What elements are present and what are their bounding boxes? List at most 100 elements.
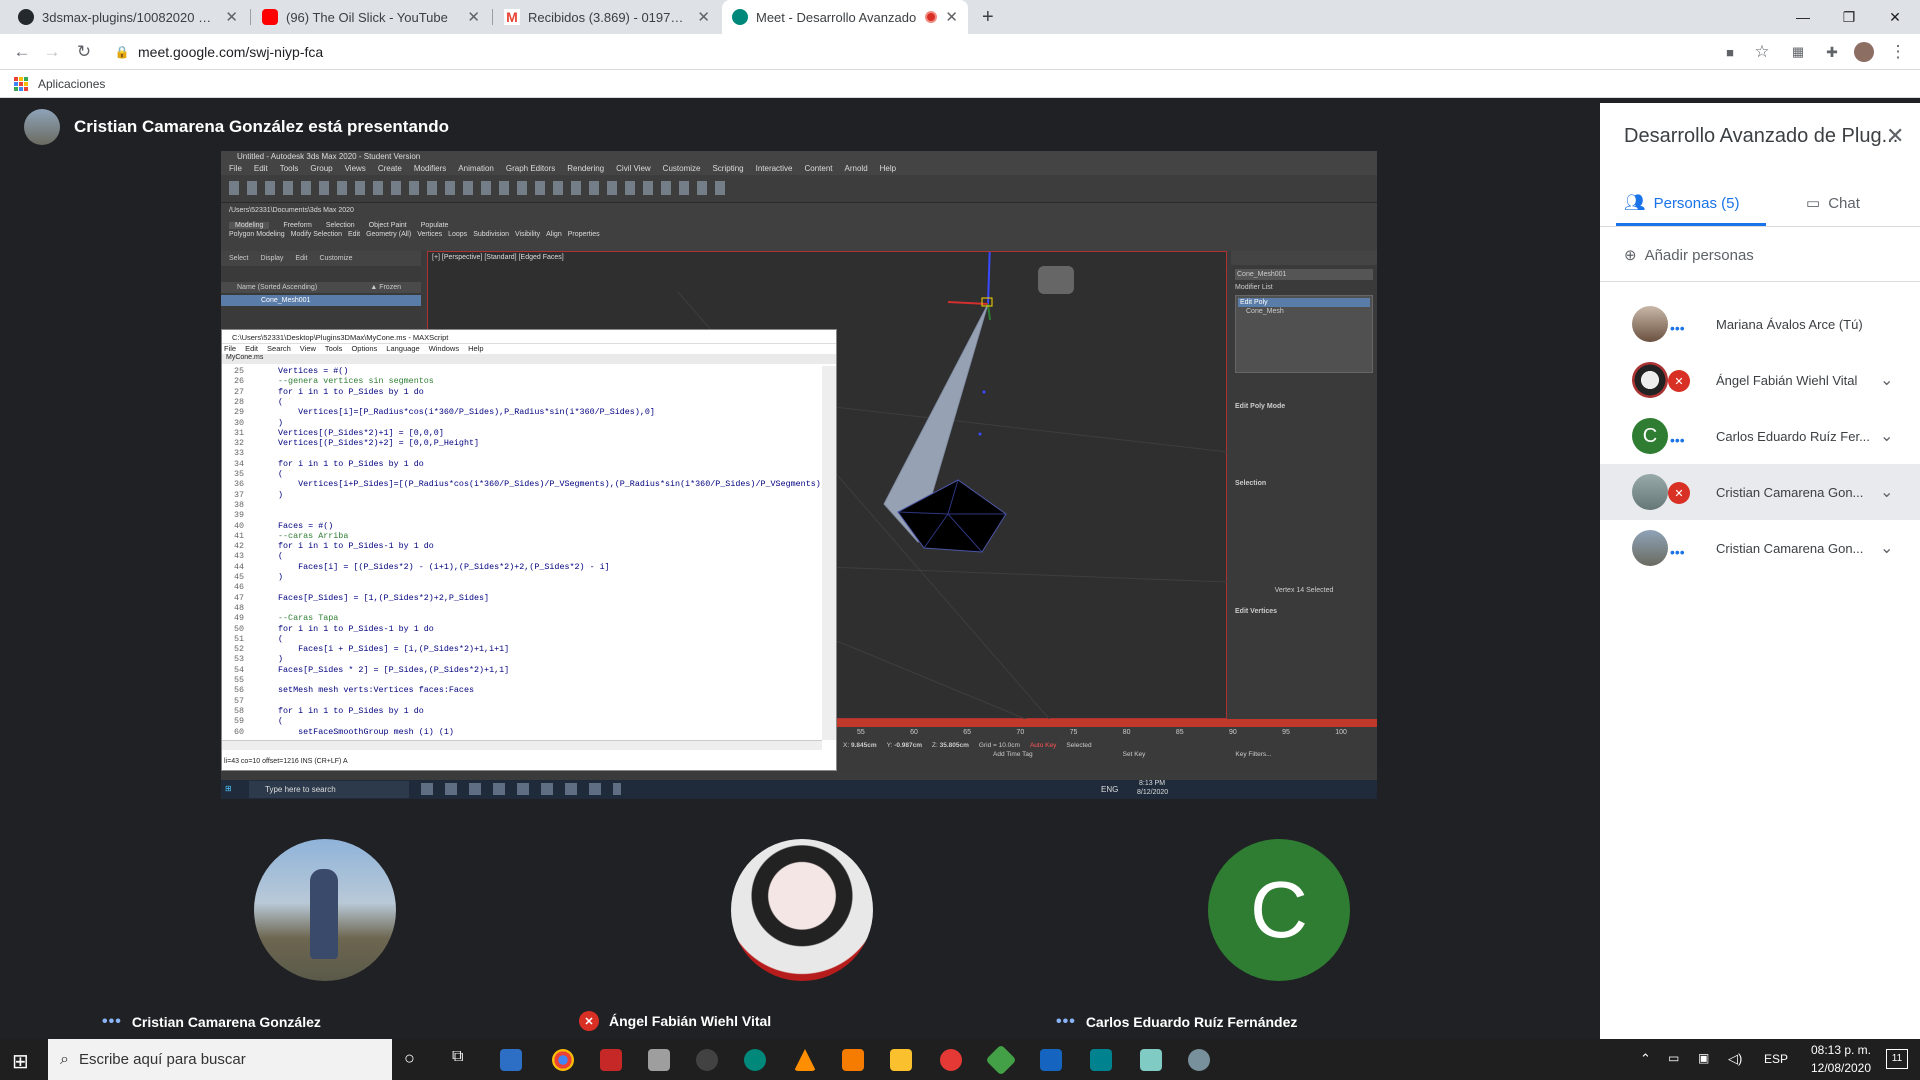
ribbon-tab[interactable]: Selection bbox=[326, 222, 355, 229]
settings-app-icon[interactable] bbox=[600, 1049, 622, 1071]
modifier-item[interactable]: Edit Poly bbox=[1238, 298, 1370, 307]
edit-vertices-rollout[interactable]: Edit Vertices bbox=[1235, 608, 1373, 615]
app-icon[interactable] bbox=[648, 1049, 670, 1071]
vlc-app-icon[interactable] bbox=[794, 1049, 816, 1071]
max-menu-item[interactable]: Edit bbox=[254, 164, 268, 173]
participant-tile[interactable]: ••• Cristian Camarena González bbox=[88, 803, 558, 1039]
volume-icon[interactable]: ◁) bbox=[1728, 1051, 1742, 1067]
ms-menu-item[interactable]: Tools bbox=[325, 344, 343, 354]
max-menu-item[interactable]: Animation bbox=[458, 164, 494, 173]
apps-icon[interactable] bbox=[14, 77, 28, 91]
ribbon-item[interactable]: Loops bbox=[448, 231, 467, 238]
cortana-icon[interactable]: ○ bbox=[404, 1048, 415, 1069]
ribbon-item[interactable]: Align bbox=[546, 231, 562, 238]
notification-center-icon[interactable]: 11 bbox=[1886, 1049, 1908, 1069]
max-menu-item[interactable]: Graph Editors bbox=[506, 164, 555, 173]
participant-tile[interactable]: C ••• Carlos Eduardo Ruíz Fernández bbox=[1042, 803, 1512, 1039]
app-icon[interactable] bbox=[1188, 1049, 1210, 1071]
bookmark-apps[interactable]: Aplicaciones bbox=[38, 77, 105, 91]
vertical-scrollbar[interactable] bbox=[822, 366, 836, 740]
browser-tab-youtube[interactable]: (96) The Oil Slick - YouTube ✕ bbox=[252, 0, 490, 34]
clock-date[interactable]: 12/08/2020 bbox=[1806, 1061, 1876, 1075]
ms-menu-item[interactable]: Options bbox=[351, 344, 377, 354]
notes-app-icon[interactable] bbox=[1140, 1049, 1162, 1071]
edit-poly-mode-rollout[interactable]: Edit Poly Mode bbox=[1235, 403, 1373, 410]
coord-x[interactable]: 9.845cm bbox=[851, 742, 877, 749]
close-window-icon[interactable]: ✕ bbox=[1872, 0, 1918, 34]
address-bar[interactable]: meet.google.com/swj-niyp-fca bbox=[138, 44, 323, 60]
ribbon-tab[interactable]: Populate bbox=[421, 222, 449, 229]
max-menu-item[interactable]: Scripting bbox=[712, 164, 743, 173]
powershell-icon[interactable] bbox=[1040, 1049, 1062, 1071]
key-filters-button[interactable]: Key Filters... bbox=[1235, 751, 1271, 758]
ms-menu-item[interactable]: Language bbox=[386, 344, 419, 354]
participant-row[interactable]: ✕ Cristian Camarena Gon... ⌄ bbox=[1600, 464, 1920, 520]
ms-menu-item[interactable]: Search bbox=[267, 344, 291, 354]
max-menu-item[interactable]: Group bbox=[310, 164, 332, 173]
modifier-stack[interactable]: Edit Poly Cone_Mesh bbox=[1235, 295, 1373, 373]
auto-key-button[interactable]: Auto Key bbox=[1030, 742, 1056, 749]
chevron-down-icon[interactable]: ⌄ bbox=[1880, 370, 1893, 390]
max-menu-item[interactable]: Tools bbox=[280, 164, 299, 173]
profile-avatar[interactable] bbox=[1852, 40, 1876, 64]
close-tab-icon[interactable]: ✕ bbox=[945, 8, 958, 26]
lock-icon[interactable]: 🔒 bbox=[110, 40, 134, 64]
max-menu-item[interactable]: File bbox=[229, 164, 242, 173]
add-people-button[interactable]: ⊕ Añadir personas bbox=[1624, 235, 1754, 275]
ribbon-item[interactable]: Polygon Modeling bbox=[229, 231, 285, 238]
close-panel-icon[interactable]: ✕ bbox=[1886, 123, 1904, 149]
max-menu-item[interactable]: Arnold bbox=[845, 164, 868, 173]
language-indicator[interactable]: ESP bbox=[1764, 1052, 1788, 1066]
chrome-alt-icon[interactable] bbox=[940, 1049, 962, 1071]
max-menu-item[interactable]: Civil View bbox=[616, 164, 651, 173]
back-icon[interactable]: ← bbox=[10, 40, 34, 64]
ribbon-item[interactable]: Visibility bbox=[515, 231, 540, 238]
extensions-icon[interactable]: ✚ bbox=[1820, 40, 1844, 64]
modifier-list[interactable]: Modifier List bbox=[1235, 284, 1373, 291]
ms-menu-item[interactable]: Windows bbox=[429, 344, 459, 354]
3dsmax-app-icon[interactable] bbox=[1090, 1049, 1112, 1071]
scene-tab[interactable]: Display bbox=[260, 255, 283, 262]
ribbon-item[interactable]: Geometry (All) bbox=[366, 231, 411, 238]
max-menu-item[interactable]: Views bbox=[345, 164, 366, 173]
scene-column-frozen[interactable]: ▲ Frozen bbox=[370, 284, 401, 291]
browser-tab-meet[interactable]: Meet - Desarrollo Avanzado ✕ bbox=[722, 0, 968, 34]
battery-icon[interactable]: ▭ bbox=[1668, 1051, 1679, 1065]
camera-icon[interactable]: ■ bbox=[1718, 40, 1742, 64]
windows-start-icon[interactable]: ⊞ bbox=[12, 1049, 29, 1074]
apps-grid-icon[interactable]: ▦ bbox=[1786, 40, 1810, 64]
participant-tile[interactable]: ✕ Ángel Fabián Wiehl Vital bbox=[565, 803, 1035, 1039]
ribbon-item[interactable]: Edit bbox=[348, 231, 360, 238]
network-icon[interactable]: ▣ bbox=[1698, 1051, 1709, 1065]
sublime-app-icon[interactable] bbox=[842, 1049, 864, 1071]
ribbon-item[interactable]: Vertices bbox=[417, 231, 442, 238]
browser-tab-gmail[interactable]: M Recibidos (3.869) - 0197495@up ✕ bbox=[494, 0, 720, 34]
mail-app-icon[interactable] bbox=[500, 1049, 522, 1071]
ms-menu-item[interactable]: Help bbox=[468, 344, 483, 354]
participant-row[interactable]: ••• Mariana Ávalos Arce (Tú) bbox=[1600, 296, 1920, 352]
horizontal-scrollbar[interactable] bbox=[222, 740, 822, 750]
maxscript-file-tab[interactable]: MyCone.ms bbox=[222, 354, 836, 364]
key-selection[interactable]: Selected bbox=[1066, 742, 1091, 749]
participant-row[interactable]: C ••• Carlos Eduardo Ruíz Fer... ⌄ bbox=[1600, 408, 1920, 464]
minimize-icon[interactable]: — bbox=[1780, 0, 1826, 34]
add-time-tag[interactable]: Add Time Tag bbox=[993, 751, 1033, 758]
scene-tab[interactable]: Select bbox=[229, 255, 248, 262]
edge-app-icon[interactable] bbox=[744, 1049, 766, 1071]
max-menu-item[interactable]: Interactive bbox=[756, 164, 793, 173]
close-tab-icon[interactable]: ✕ bbox=[697, 8, 710, 26]
scene-row[interactable]: Cone_Mesh001 bbox=[221, 295, 421, 306]
file-explorer-icon[interactable] bbox=[890, 1049, 912, 1071]
participant-row[interactable]: ••• Cristian Camarena Gon... ⌄ bbox=[1600, 520, 1920, 576]
object-name-field[interactable]: Cone_Mesh001 bbox=[1235, 269, 1373, 280]
ms-menu-item[interactable]: Edit bbox=[245, 344, 258, 354]
chrome-menu-icon[interactable]: ⋮ bbox=[1886, 40, 1910, 64]
scene-tab[interactable]: Customize bbox=[319, 255, 352, 262]
tab-people[interactable]: 👥︎ Personas (5) bbox=[1624, 181, 1739, 225]
selection-rollout[interactable]: Selection bbox=[1235, 480, 1373, 487]
ms-menu-item[interactable]: File bbox=[224, 344, 236, 354]
max-menu-item[interactable]: Customize bbox=[663, 164, 701, 173]
ribbon-item[interactable]: Modify Selection bbox=[291, 231, 342, 238]
git-app-icon[interactable] bbox=[985, 1044, 1017, 1076]
coord-z[interactable]: 35.805cm bbox=[940, 742, 969, 749]
